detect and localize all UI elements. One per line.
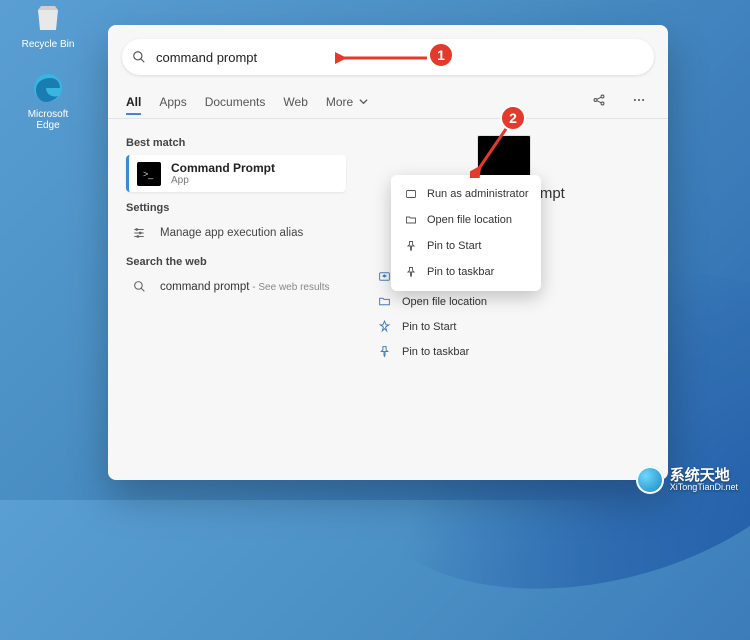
- edge-icon: [30, 70, 66, 106]
- results-column: Best match >_ Command Prompt App Setting…: [108, 119, 358, 480]
- settings-item[interactable]: Manage app execution alias: [126, 220, 346, 246]
- search-panel: All Apps Documents Web More Best match >…: [108, 25, 668, 480]
- action-open-file-location[interactable]: Open file location: [372, 289, 650, 314]
- annotation-arrow-1: [335, 50, 430, 66]
- svg-text:>_: >_: [143, 169, 154, 179]
- admin-shield-icon: [403, 188, 419, 200]
- pin-icon: [403, 266, 419, 278]
- tab-apps[interactable]: Apps: [159, 89, 186, 115]
- ctx-open-file-location[interactable]: Open file location: [391, 207, 541, 233]
- desktop-icon-edge[interactable]: Microsoft Edge: [18, 70, 78, 131]
- desktop-icon-label: Microsoft Edge: [28, 109, 69, 131]
- chevron-down-icon: [359, 97, 368, 106]
- filter-tabs: All Apps Documents Web More: [108, 85, 668, 119]
- desktop-icon-recycle-bin[interactable]: Recycle Bin: [18, 0, 78, 50]
- desktop-icon-label: Recycle Bin: [22, 39, 75, 50]
- annotation-badge-2: 2: [500, 105, 526, 131]
- action-pin-to-taskbar[interactable]: Pin to taskbar: [372, 339, 650, 364]
- search-icon: [128, 280, 150, 293]
- ctx-pin-to-start[interactable]: Pin to Start: [391, 233, 541, 259]
- settings-list-icon: [128, 226, 150, 240]
- action-pin-to-start[interactable]: Pin to Start: [372, 314, 650, 339]
- result-command-prompt[interactable]: >_ Command Prompt App: [126, 155, 346, 192]
- settings-item-label: Manage app execution alias: [160, 227, 303, 239]
- ctx-pin-to-taskbar[interactable]: Pin to taskbar: [391, 259, 541, 285]
- watermark: 系统天地 XiTongTianDi.net: [636, 466, 738, 494]
- web-result-suffix: - See web results: [249, 282, 329, 293]
- pin-icon: [403, 240, 419, 252]
- tab-web[interactable]: Web: [283, 89, 307, 115]
- admin-shield-icon: [376, 270, 392, 283]
- pin-icon: [376, 320, 392, 333]
- tab-documents[interactable]: Documents: [205, 89, 266, 115]
- pin-icon: [376, 345, 392, 358]
- tab-more[interactable]: More: [326, 89, 368, 115]
- best-match-header: Best match: [126, 137, 358, 149]
- tab-all[interactable]: All: [126, 89, 141, 115]
- annotation-badge-1: 1: [428, 42, 454, 68]
- web-header: Search the web: [126, 256, 358, 268]
- settings-header: Settings: [126, 202, 358, 214]
- result-title: Command Prompt: [171, 161, 275, 175]
- web-result-title: command prompt: [160, 281, 249, 293]
- folder-icon: [403, 214, 419, 226]
- ctx-run-as-administrator[interactable]: Run as administrator: [391, 181, 541, 207]
- search-icon: [122, 50, 156, 64]
- folder-icon: [376, 295, 392, 308]
- watermark-url: XiTongTianDi.net: [670, 483, 738, 492]
- globe-icon: [636, 466, 664, 494]
- more-icon[interactable]: [628, 91, 650, 112]
- web-result[interactable]: command prompt - See web results: [126, 274, 346, 299]
- context-menu: Run as administrator Open file location …: [391, 175, 541, 291]
- command-prompt-icon: >_: [137, 162, 161, 186]
- share-icon[interactable]: [588, 91, 610, 112]
- recycle-bin-icon: [30, 0, 66, 36]
- result-subtitle: App: [171, 175, 275, 186]
